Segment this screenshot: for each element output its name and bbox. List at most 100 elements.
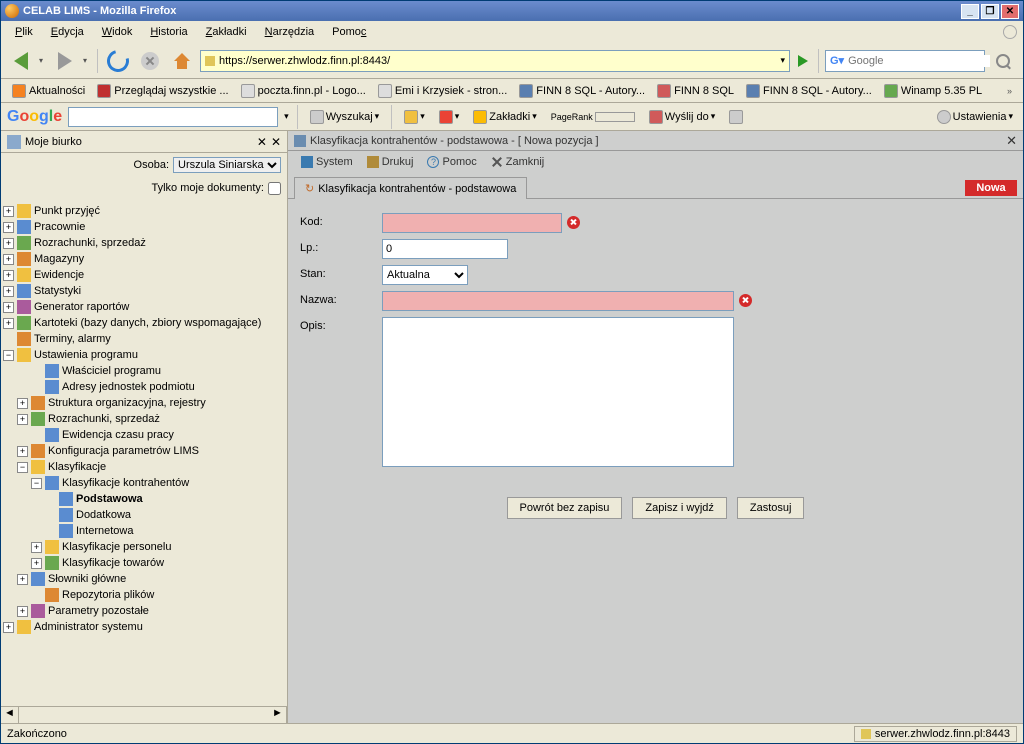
tree-item[interactable]: +Parametry pozostałe (3, 603, 285, 619)
panel-tabs: ↻Klasyfikacja kontrahentów - podstawowa … (288, 173, 1023, 199)
back-button[interactable] (7, 47, 35, 75)
google-news-button[interactable]: ▾ (400, 108, 429, 126)
nazwa-clear-button[interactable] (739, 294, 752, 307)
nazwa-input[interactable] (382, 291, 734, 311)
bookmark-item[interactable]: poczta.finn.pl - Logo... (236, 82, 371, 100)
sidebar-person-filter: Osoba: Urszula Siniarska (1, 153, 287, 177)
tree-item[interactable]: +Klasyfikacje towarów (3, 555, 285, 571)
status-text: Zakończono (7, 728, 67, 740)
google-search-input[interactable] (68, 107, 278, 127)
tree-item[interactable]: +Struktura organizacyjna, rejestry (3, 395, 285, 411)
back-dropdown[interactable]: ▾ (39, 56, 47, 65)
google-mail-button[interactable]: ▾ (435, 108, 464, 126)
menu-view[interactable]: Widok (94, 24, 141, 40)
stan-select[interactable]: Aktualna (382, 265, 468, 285)
google-pagerank[interactable]: PageRank (547, 110, 639, 124)
close-button[interactable]: Zamknij (486, 154, 550, 170)
sidebar-refresh-icon[interactable]: ✕ (257, 135, 267, 149)
apply-button[interactable]: Zastosuj (737, 497, 805, 519)
bookmarks-overflow[interactable]: » (1000, 84, 1017, 98)
tree-item[interactable]: −Klasyfikacje kontrahentów (3, 475, 285, 491)
address-dropdown[interactable]: ▾ (780, 55, 785, 66)
tree-item[interactable]: Repozytoria plików (3, 587, 285, 603)
minimize-button[interactable]: _ (961, 4, 979, 19)
tree-item[interactable]: +Kartoteki (bazy danych, zbiory wspomaga… (3, 315, 285, 331)
tree-item[interactable]: +Ewidencje (3, 267, 285, 283)
tree-item[interactable]: +Generator raportów (3, 299, 285, 315)
sidebar-scrollbar[interactable]: ◄► (1, 706, 287, 723)
tree-item[interactable]: −Klasyfikacje (3, 459, 285, 475)
menu-help[interactable]: Pomoc (324, 24, 374, 40)
lock-icon (861, 729, 871, 739)
google-bookmarks-button[interactable]: Zakładki▾ (469, 108, 541, 126)
google-search-button[interactable]: Wyszukaj▾ (306, 108, 384, 126)
tree-item[interactable]: +Konfiguracja parametrów LIMS (3, 443, 285, 459)
google-sendto-button[interactable]: Wyślij do▾ (645, 108, 719, 126)
kod-input[interactable] (382, 213, 562, 233)
status-server: serwer.zhwlodz.finn.pl:8443 (854, 726, 1017, 742)
google-highlight-button[interactable] (725, 108, 747, 126)
tree-item[interactable]: Właściciel programu (3, 363, 285, 379)
bookmark-icon (657, 84, 671, 98)
tree-item[interactable]: +Klasyfikacje personelu (3, 539, 285, 555)
tab-klasyfikacja[interactable]: ↻Klasyfikacja kontrahentów - podstawowa (294, 177, 527, 199)
help-button[interactable]: ?Pomoc (422, 154, 481, 170)
tree-item[interactable]: +Punkt przyjęć (3, 203, 285, 219)
tree-item[interactable]: +Rozrachunki, sprzedaż (3, 235, 285, 251)
forward-button[interactable] (51, 47, 79, 75)
person-select[interactable]: Urszula Siniarska (173, 157, 281, 173)
tree-item[interactable]: +Administrator systemu (3, 619, 285, 635)
system-button[interactable]: System (296, 154, 358, 170)
kod-clear-button[interactable] (567, 216, 580, 229)
panel-close-icon[interactable]: ✕ (1006, 133, 1017, 149)
tree-item[interactable]: Ewidencja czasu pracy (3, 427, 285, 443)
bookmark-item[interactable]: FINN 8 SQL - Autory... (741, 82, 877, 100)
address-bar[interactable]: ▾ (200, 50, 790, 72)
bookmark-item[interactable]: Aktualności (7, 82, 90, 100)
forward-dropdown[interactable]: ▾ (83, 56, 91, 65)
sidebar-close-icon[interactable]: ✕ (271, 135, 281, 149)
bookmark-item[interactable]: FINN 8 SQL - Autory... (514, 82, 650, 100)
onlymine-checkbox[interactable] (268, 182, 281, 195)
search-input[interactable] (848, 55, 990, 67)
bookmark-item[interactable]: Winamp 5.35 PL (879, 82, 987, 100)
separator (97, 49, 98, 73)
menu-bookmarks[interactable]: Zakładki (198, 24, 255, 40)
stop-button[interactable] (136, 47, 164, 75)
bookmark-item[interactable]: Przeglądaj wszystkie ... (92, 82, 233, 100)
tree-item[interactable]: Adresy jednostek podmiotu (3, 379, 285, 395)
home-button[interactable] (168, 47, 196, 75)
tree-item[interactable]: +Słowniki główne (3, 571, 285, 587)
tree-item[interactable]: Internetowa (3, 523, 285, 539)
bookmark-item[interactable]: FINN 8 SQL (652, 82, 739, 100)
tree-item[interactable]: +Rozrachunki, sprzedaż (3, 411, 285, 427)
menu-history[interactable]: Historia (142, 24, 195, 40)
tree-item[interactable]: −Ustawienia programu (3, 347, 285, 363)
search-engine-icon[interactable]: G▾ (830, 54, 844, 67)
google-settings-button[interactable]: Ustawienia▾ (933, 108, 1017, 126)
google-search-dropdown[interactable]: ▾ (284, 111, 289, 122)
opis-textarea[interactable] (382, 317, 734, 467)
tree-item[interactable]: +Magazyny (3, 251, 285, 267)
back-without-save-button[interactable]: Powrót bez zapisu (507, 497, 623, 519)
menu-edit[interactable]: Edycja (43, 24, 92, 40)
bookmark-icon (241, 84, 255, 98)
go-button[interactable] (794, 52, 812, 70)
save-and-exit-button[interactable]: Zapisz i wyjdź (632, 497, 726, 519)
tree-item[interactable]: +Pracownie (3, 219, 285, 235)
menu-tools[interactable]: Narzędzia (257, 24, 323, 40)
restore-button[interactable]: ❐ (981, 4, 999, 19)
tree-item[interactable]: +Statystyki (3, 283, 285, 299)
reload-button[interactable] (104, 47, 132, 75)
tree-item[interactable]: Dodatkowa (3, 507, 285, 523)
tree-item-selected[interactable]: Podstawowa (3, 491, 285, 507)
search-box[interactable]: G▾ (825, 50, 985, 72)
lp-input[interactable] (382, 239, 508, 259)
print-button[interactable]: Drukuj (362, 154, 419, 170)
bookmark-item[interactable]: Emi i Krzysiek - stron... (373, 82, 512, 100)
url-input[interactable] (219, 55, 776, 67)
menu-file[interactable]: Plik (7, 24, 41, 40)
close-window-button[interactable]: ✕ (1001, 4, 1019, 19)
search-button[interactable] (989, 47, 1017, 75)
tree-item[interactable]: Terminy, alarmy (3, 331, 285, 347)
